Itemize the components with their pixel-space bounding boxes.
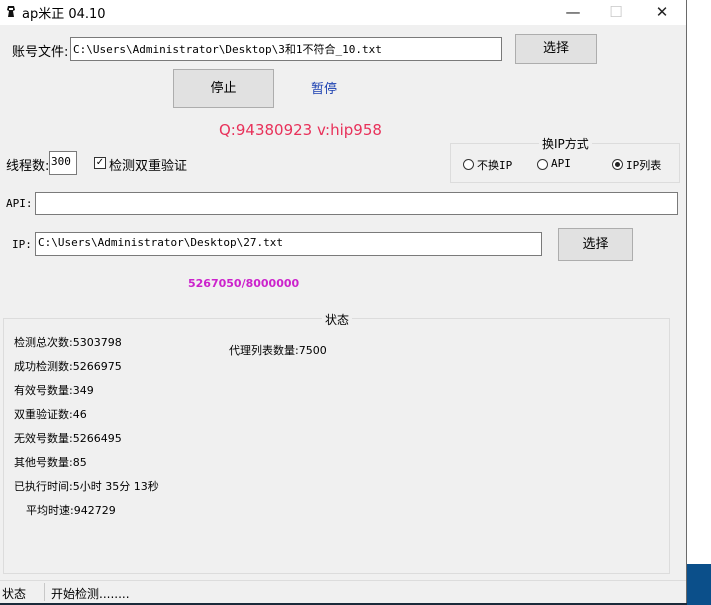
stat-valid: 有效号数量:349 [14,384,94,397]
ip-browse-button[interactable]: 选择 [558,228,633,261]
radio-ip-list[interactable] [612,159,623,170]
close-button[interactable]: ✕ [639,0,685,25]
radio-ip-list-label: IP列表 [626,159,662,172]
double-verify-checkbox[interactable]: ✓ [94,157,106,169]
stat-double-verify: 双重验证数:46 [14,408,87,421]
account-file-label: 账号文件: [12,45,69,60]
stat-success-checks: 成功检测数:5266975 [14,360,122,373]
status-bar-label: 状态 [2,587,27,601]
status-panel [3,318,670,574]
double-verify-label: 检测双重验证 [109,159,188,174]
desktop-background [687,0,711,605]
stat-other: 其他号数量:85 [14,456,87,469]
ip-file-input[interactable]: C:\Users\Administrator\Desktop\27.txt [35,232,542,256]
contact-text: Q:94380923 v:hip958 [219,121,382,139]
ip-label: IP: [12,238,32,251]
stop-button[interactable]: 停止 [173,69,274,108]
status-bar: 状态 开始检测........ [0,580,686,604]
api-label: API: [6,197,33,210]
threads-label: 线程数: [6,159,50,174]
account-browse-button[interactable]: 选择 [515,34,597,64]
window-title: ap米正 04.10 [22,7,106,22]
status-panel-title: 状态 [322,311,353,328]
ip-switch-title: 换IP方式 [539,135,592,152]
threads-input[interactable]: 300 [49,151,77,175]
stat-avg-speed: 平均时速:942729 [26,504,116,517]
stat-total-checks: 检测总次数:5303798 [14,336,122,349]
stat-elapsed: 已执行时间:5小时 35分 13秒 [14,480,159,493]
minimize-button[interactable]: — [550,0,596,25]
radio-no-ip-label: 不换IP [477,159,513,172]
account-file-input[interactable]: C:\Users\Administrator\Desktop\3和1不符合_10… [70,37,502,61]
status-bar-message: 开始检测........ [51,587,130,601]
status-bar-divider [44,583,45,601]
maximize-button: ☐ [609,3,623,21]
radio-no-ip[interactable] [463,159,474,170]
app-icon [7,6,15,17]
title-bar[interactable]: ap米正 04.10 — ☐ ✕ [0,0,686,25]
progress-counter: 5267050/8000000 [188,277,300,290]
stat-proxy-count: 代理列表数量:7500 [229,344,327,357]
pause-link[interactable]: 暂停 [311,78,337,97]
app-window: ap米正 04.10 — ☐ ✕ 账号文件: C:\Users\Administ… [0,0,687,603]
radio-api-label: API [551,157,571,170]
stat-invalid: 无效号数量:5266495 [14,432,122,445]
taskbar-edge [687,564,711,605]
radio-api[interactable] [537,159,548,170]
api-input[interactable] [35,192,678,215]
